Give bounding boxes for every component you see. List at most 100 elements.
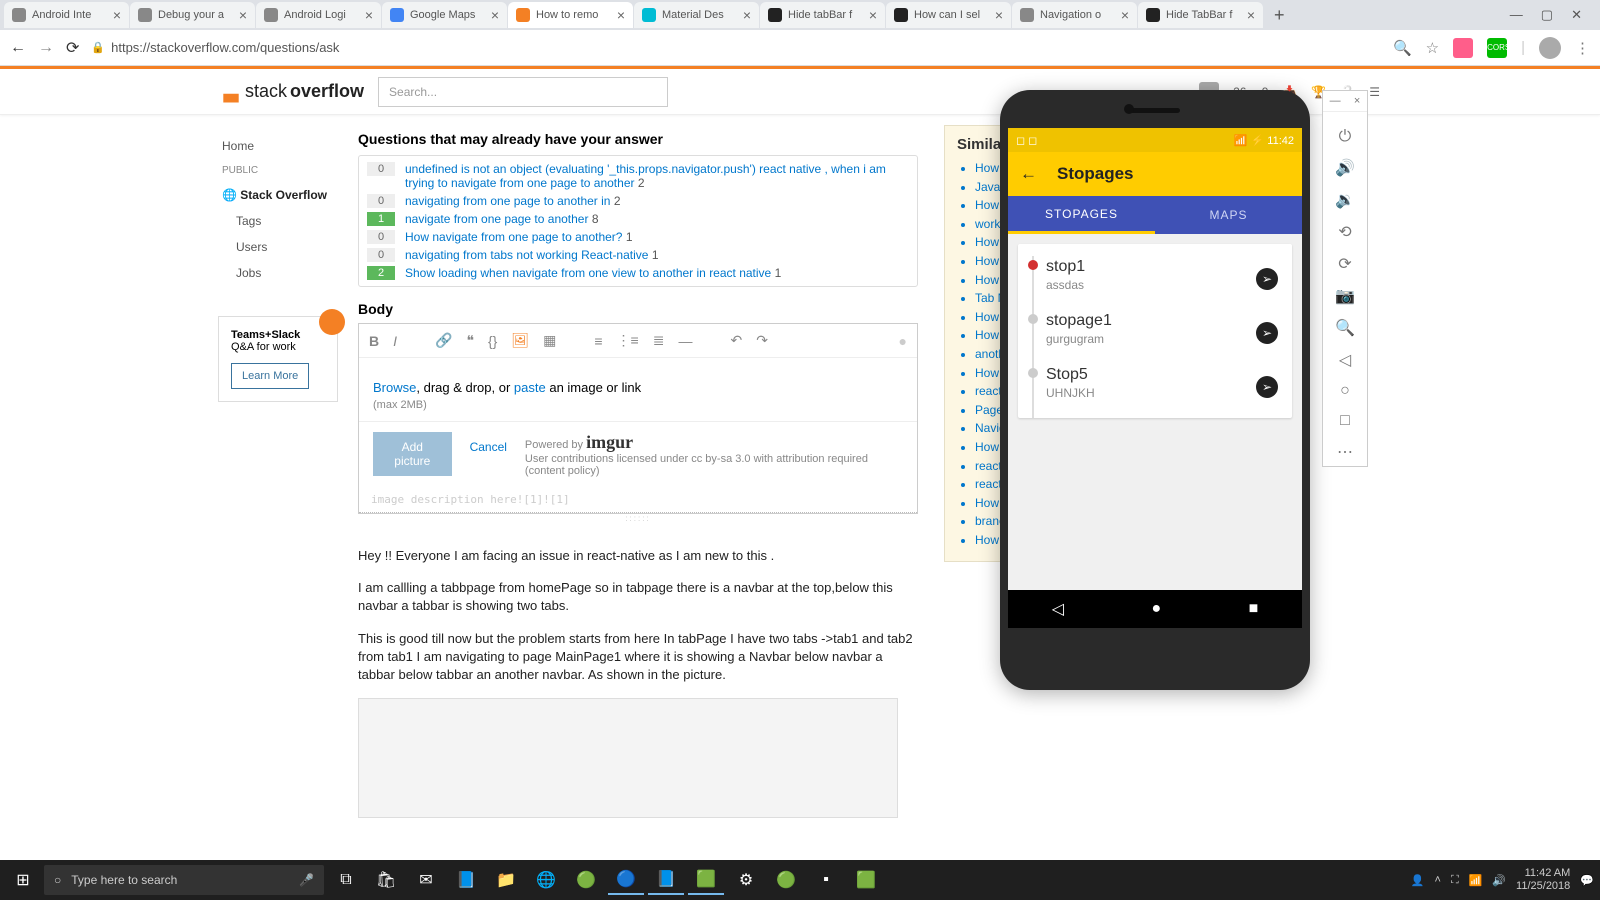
stops-list[interactable]: stop1 assdas ➢ stopage1 gurgugram ➢ Stop…	[1008, 234, 1302, 590]
question-row[interactable]: 0navigating from one page to another in …	[359, 192, 917, 210]
browse-link[interactable]: Browse	[373, 380, 416, 395]
stop-row[interactable]: Stop5 UHNJKH ➢	[1018, 358, 1292, 412]
extension-cors-icon[interactable]: CORS	[1487, 38, 1507, 58]
similar-questions-list[interactable]: 0undefined is not an object (evaluating …	[358, 155, 918, 287]
android-recent-icon[interactable]: ■	[1249, 600, 1259, 618]
rotate-right-icon[interactable]: ⟳	[1338, 254, 1351, 274]
bold-button[interactable]: B	[369, 333, 379, 349]
ulist-button[interactable]: ⋮≡	[617, 332, 639, 349]
app-icon[interactable]: 🟢	[768, 865, 804, 895]
tab-4[interactable]: How to remo×	[508, 2, 633, 28]
profile-avatar[interactable]	[1539, 37, 1561, 59]
tab-7[interactable]: How can I sel×	[886, 2, 1011, 28]
tab-maps[interactable]: MAPS	[1155, 196, 1302, 234]
emu-close-icon[interactable]: ×	[1354, 95, 1360, 107]
url-input[interactable]: 🔒 https://stackoverflow.com/questions/as…	[91, 40, 1381, 55]
taskbar-search[interactable]: ○Type here to search🎤	[44, 865, 324, 895]
question-row[interactable]: 1navigate from one page to another 8	[359, 210, 917, 228]
close-icon[interactable]: ×	[1247, 7, 1255, 23]
quote-button[interactable]: ❝	[466, 332, 474, 349]
menu-icon[interactable]: ⋮	[1575, 39, 1590, 57]
emu-minimize-icon[interactable]: —	[1330, 95, 1341, 107]
nav-users[interactable]: Users	[218, 234, 358, 260]
code-button[interactable]: {}	[488, 333, 497, 349]
compass-icon[interactable]: ➢	[1256, 268, 1278, 290]
question-row[interactable]: 0navigating from tabs not working React-…	[359, 246, 917, 264]
search-input[interactable]: Search...	[378, 77, 668, 107]
star-icon[interactable]: ☆	[1426, 39, 1439, 57]
close-icon[interactable]: ×	[365, 7, 373, 23]
close-icon[interactable]: ×	[743, 7, 751, 23]
volume-down-icon[interactable]: 🔉	[1335, 190, 1355, 210]
more-icon[interactable]: ⋯	[1337, 442, 1353, 462]
tab-6[interactable]: Hide tabBar f×	[760, 2, 885, 28]
reload-button[interactable]: ⟳	[66, 38, 79, 58]
back-icon[interactable]: ◁	[1339, 350, 1351, 370]
extension-icon[interactable]	[1453, 38, 1473, 58]
task-view-icon[interactable]: ⧉	[328, 865, 364, 895]
tab-stopages[interactable]: STOPAGES	[1008, 196, 1155, 234]
question-row[interactable]: 0How navigate from one page to another? …	[359, 228, 917, 246]
start-button[interactable]: ⊞	[6, 870, 40, 890]
wifi-icon[interactable]: 📶	[1469, 874, 1483, 887]
close-icon[interactable]: ×	[995, 7, 1003, 23]
undo-button[interactable]: ↶	[730, 332, 742, 349]
so-logo[interactable]: stackoverflow	[220, 81, 364, 103]
question-row[interactable]: 2Show loading when navigate from one vie…	[359, 264, 917, 282]
volume-icon[interactable]: 🔊	[1492, 874, 1506, 887]
back-button[interactable]: ←	[10, 39, 26, 57]
stop-row[interactable]: stop1 assdas ➢	[1018, 250, 1292, 304]
android-emulator[interactable]: ◻ ◻ 📶 ⚡ 11:42 ← Stopages STOPAGES MAPS s…	[1000, 90, 1310, 690]
edge-icon[interactable]: 🌐	[528, 865, 564, 895]
nav-tags[interactable]: Tags	[218, 208, 358, 234]
people-icon[interactable]: 👤	[1411, 874, 1425, 887]
site-switcher-icon[interactable]: ☰	[1369, 85, 1380, 99]
android-back-icon[interactable]: ◁	[1052, 599, 1064, 619]
tray-icon[interactable]: ⛶	[1451, 874, 1459, 887]
tray-chevron-icon[interactable]: ˄	[1435, 874, 1441, 886]
power-icon[interactable]: ⏻	[1339, 128, 1352, 146]
nav-stackoverflow[interactable]: 🌐 Stack Overflow	[218, 182, 358, 208]
redo-button[interactable]: ↷	[756, 332, 768, 349]
minimize-icon[interactable]: —	[1510, 7, 1523, 23]
nav-jobs[interactable]: Jobs	[218, 260, 358, 286]
tab-0[interactable]: Android Inte×	[4, 2, 129, 28]
zoom-icon[interactable]: 🔍	[1335, 318, 1355, 338]
vscode-icon[interactable]: 📘	[648, 865, 684, 895]
forward-button[interactable]: →	[38, 39, 54, 57]
rotate-left-icon[interactable]: ⟲	[1338, 222, 1351, 242]
olist-button[interactable]: ≡	[594, 333, 602, 349]
editor-textarea[interactable]: image description here![1]![1]	[359, 487, 917, 513]
close-window-icon[interactable]: ✕	[1571, 7, 1582, 23]
image-button[interactable]: 🖼	[511, 332, 529, 349]
hr-button[interactable]: —	[678, 333, 692, 349]
heading-button[interactable]: ≣	[653, 332, 665, 349]
store-icon[interactable]: 🛍	[368, 865, 404, 895]
chrome-icon[interactable]: 🔵	[608, 865, 644, 895]
cancel-button[interactable]: Cancel	[470, 432, 507, 462]
emulator-taskbar-icon[interactable]: 🟩	[688, 865, 724, 895]
paste-link[interactable]: paste	[514, 380, 546, 395]
close-icon[interactable]: ×	[239, 7, 247, 23]
app-icon[interactable]: 📘	[448, 865, 484, 895]
tab-2[interactable]: Android Logi×	[256, 2, 381, 28]
snippet-button[interactable]: ▦	[543, 332, 556, 349]
stop-row[interactable]: stopage1 gurgugram ➢	[1018, 304, 1292, 358]
terminal-icon[interactable]: ▪	[808, 865, 844, 895]
italic-button[interactable]: I	[393, 333, 397, 349]
settings-icon[interactable]: ⚙	[728, 865, 764, 895]
close-icon[interactable]: ×	[1121, 7, 1129, 23]
maximize-icon[interactable]: ▢	[1541, 7, 1553, 23]
add-picture-button[interactable]: Add picture	[373, 432, 452, 476]
question-row[interactable]: 0undefined is not an object (evaluating …	[359, 160, 917, 192]
new-tab-button[interactable]: +	[1264, 5, 1295, 26]
tab-8[interactable]: Navigation o×	[1012, 2, 1137, 28]
tab-3[interactable]: Google Maps×	[382, 2, 507, 28]
explorer-icon[interactable]: 📁	[488, 865, 524, 895]
compass-icon[interactable]: ➢	[1256, 322, 1278, 344]
close-icon[interactable]: ×	[491, 7, 499, 23]
tab-9[interactable]: Hide TabBar f×	[1138, 2, 1263, 28]
back-icon[interactable]: ←	[1020, 164, 1037, 184]
help-button[interactable]: ●	[899, 333, 907, 349]
notification-icon[interactable]: 💬	[1580, 874, 1594, 887]
